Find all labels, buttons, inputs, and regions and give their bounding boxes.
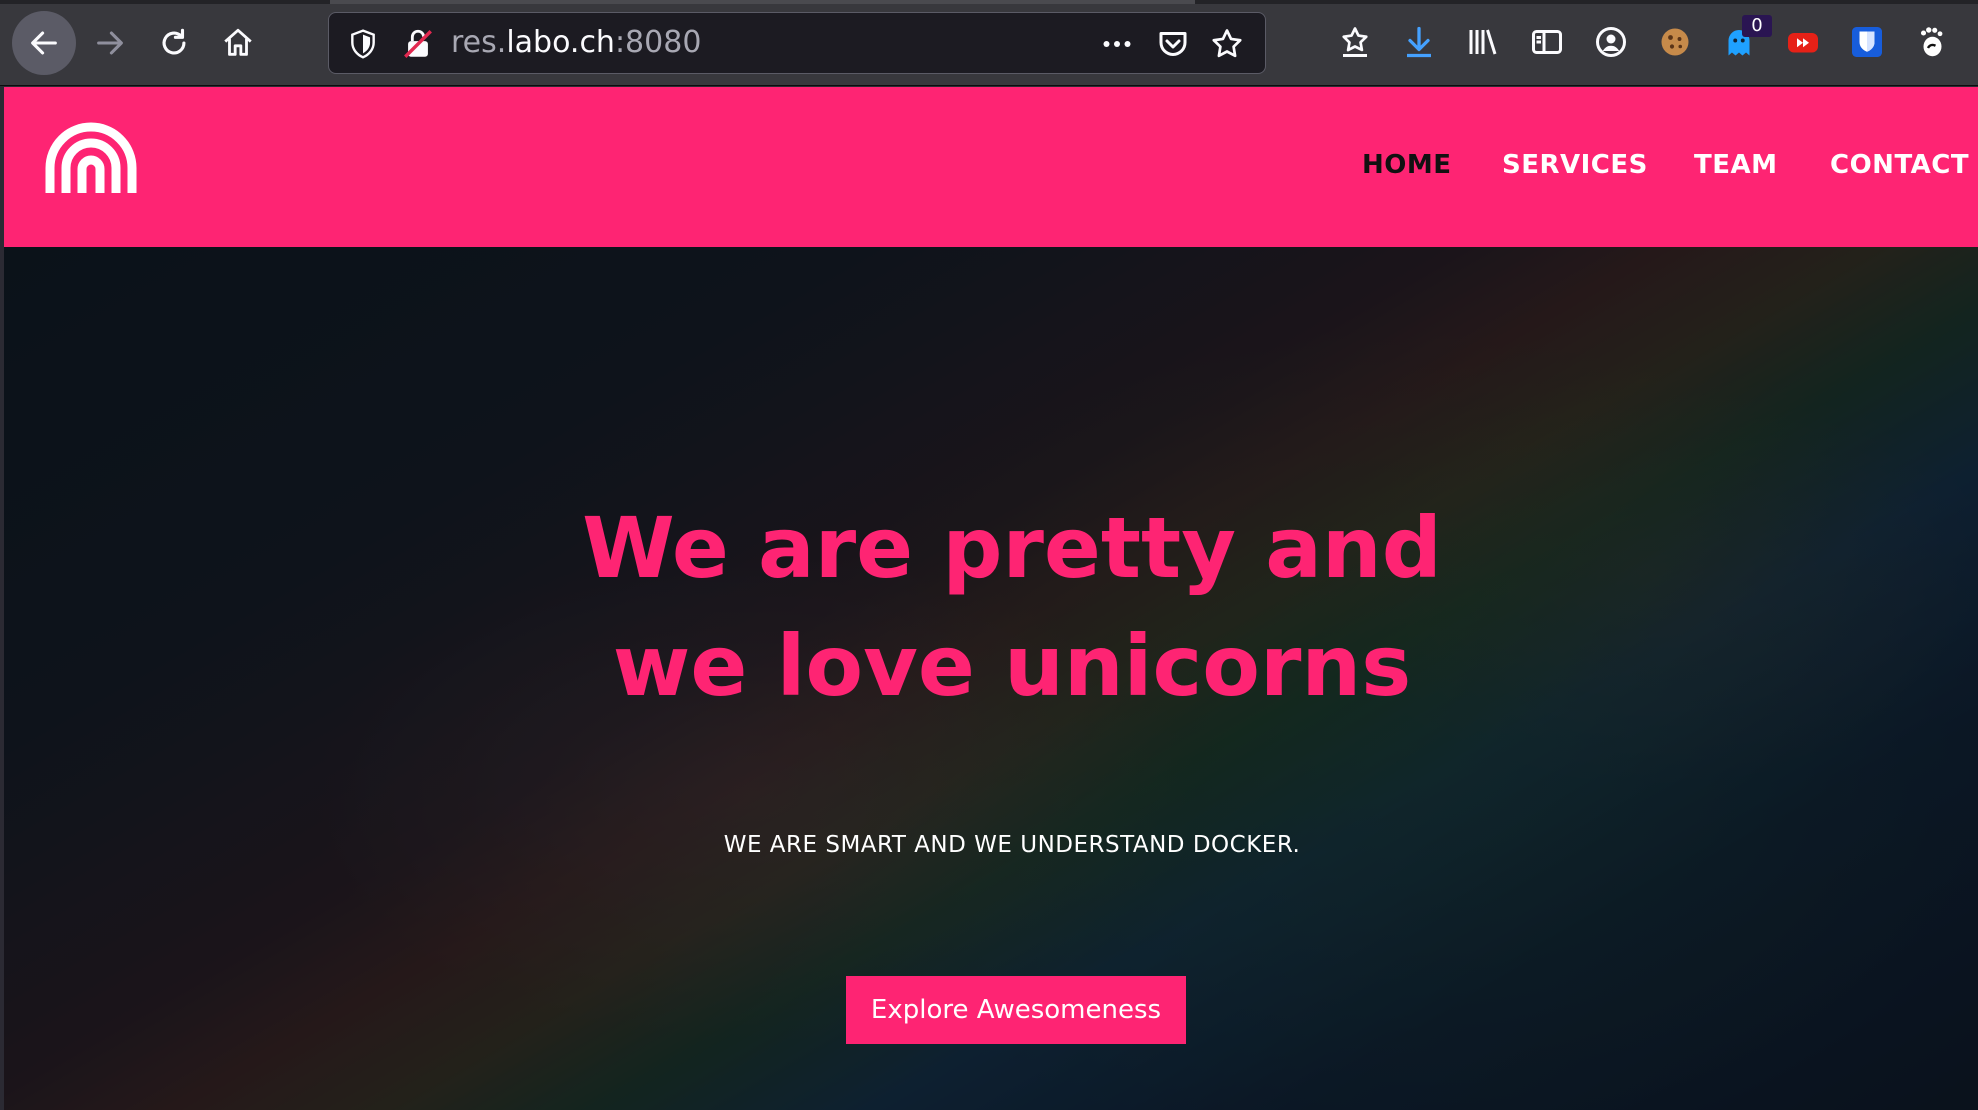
page-actions-ellipsis-icon[interactable] [1099,26,1135,62]
reload-icon [162,28,186,55]
pocket-icon[interactable] [1155,26,1191,62]
bookmarks-star-list-button[interactable] [1334,21,1376,63]
tab-strip-edge [0,0,1978,4]
bitwarden-shield-icon [1852,27,1882,57]
cookie-extension-button[interactable] [1654,21,1696,63]
nav-contact-link[interactable]: CONTACT [1830,145,1969,185]
hero-heading: We are pretty and we love unicorns [504,489,1520,725]
cookie-icon [1661,28,1689,56]
nav-home-link[interactable]: HOME [1362,145,1452,185]
web-page: HOME SERVICES TEAM CONTACT We are pretty… [4,87,1978,1110]
hero-subheading: WE ARE SMART AND WE UNDERSTAND DOCKER. [723,832,1301,858]
nav-services-link[interactable]: SERVICES [1502,145,1648,185]
home-icon [224,28,252,56]
sidebar-button[interactable] [1526,21,1568,63]
star-tray-icon [1342,27,1368,57]
library-icon [1469,29,1497,55]
url-text[interactable]: res.labo.ch:8080 [451,23,701,63]
bitwarden-extension-button[interactable] [1846,21,1888,63]
youtube-fastforward-icon [1788,33,1818,53]
browser-toolbar: res.labo.ch:8080 0 [0,0,1978,86]
sidebar-icon [1532,30,1562,54]
bookmark-star-icon[interactable] [1209,26,1245,62]
url-domain: labo.ch [506,25,615,60]
hero-heading-line-1: We are pretty and [582,499,1442,597]
forward-button[interactable] [78,11,142,75]
download-arrow-icon [1407,26,1431,58]
back-button[interactable] [12,11,76,75]
downloads-button[interactable] [1398,21,1440,63]
address-bar[interactable]: res.labo.ch:8080 [328,12,1266,74]
arrow-left-icon [31,31,57,55]
nav-team-link[interactable]: TEAM [1694,145,1778,185]
library-button[interactable] [1462,21,1504,63]
gnome-extension-button[interactable] [1910,21,1952,63]
url-prefix: res. [451,25,507,60]
reload-button[interactable] [142,11,206,75]
gnome-foot-icon [1920,27,1943,57]
home-button[interactable] [206,11,270,75]
insecure-lock-icon[interactable] [401,27,435,61]
explore-awesomeness-button[interactable]: Explore Awesomeness [846,976,1186,1044]
rainbow-logo-icon[interactable] [44,121,138,193]
url-port: :8080 [614,25,702,60]
extension-badge: 0 [1742,15,1772,37]
site-navbar: HOME SERVICES TEAM CONTACT [4,87,1978,247]
arrow-right-icon [97,31,123,55]
hero-heading-line-2: we love unicorns [612,617,1412,715]
tracking-protection-shield-icon[interactable] [347,27,379,61]
youtube-extension-button[interactable] [1782,21,1824,63]
account-icon [1596,27,1626,57]
account-button[interactable] [1590,21,1632,63]
